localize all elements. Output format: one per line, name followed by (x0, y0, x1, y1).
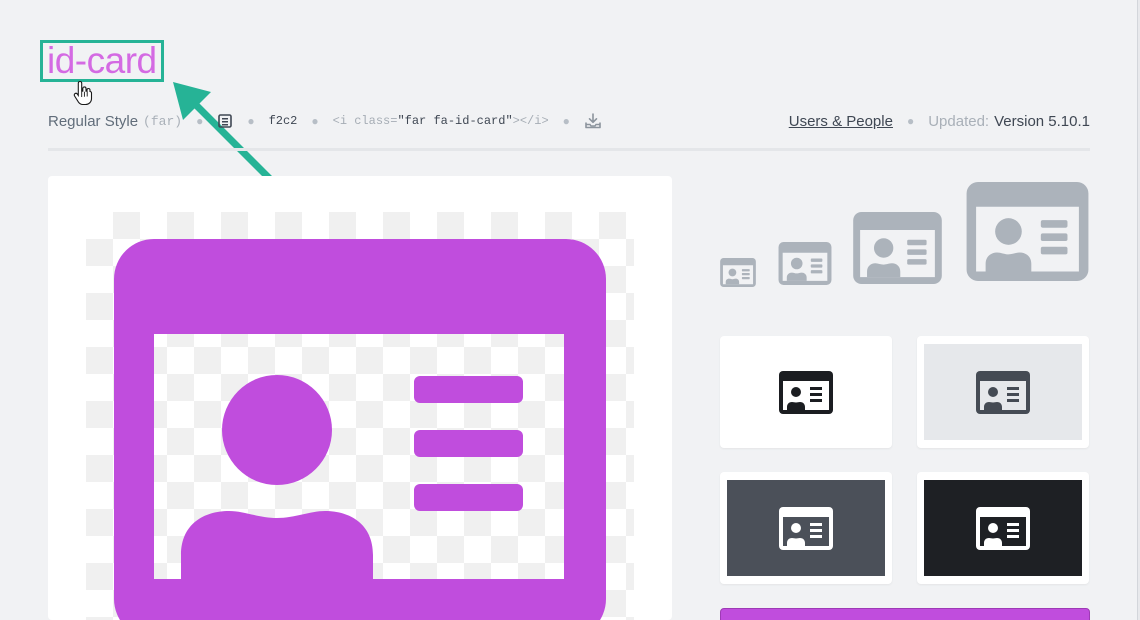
size-previews (720, 182, 1092, 288)
preview-tile-white[interactable] (720, 336, 892, 448)
category-link[interactable]: Users & People (789, 113, 893, 130)
copy-glyph-icon[interactable] (217, 113, 233, 129)
id-card-large-icon (114, 239, 606, 620)
style-label: Regular Style (48, 112, 139, 130)
title-highlight-box: id-card (40, 40, 164, 82)
separator-dot: ● (906, 114, 915, 128)
snippet-open: <i class= (332, 114, 398, 128)
separator-dot: ● (196, 114, 204, 128)
snippet-close: ></i> (512, 114, 549, 128)
divider (48, 148, 1090, 151)
snippet-class: "far fa-id-card" (397, 114, 513, 128)
html-snippet[interactable]: <i class="far fa-id-card"></i> (333, 114, 549, 128)
preview-tile-black[interactable] (917, 472, 1089, 584)
preview-tile-light-gray[interactable] (917, 336, 1089, 448)
hand-cursor-icon (73, 80, 93, 106)
page-title: id-card (47, 40, 157, 81)
id-card-xlarge-icon (966, 182, 1089, 281)
separator-dot: ● (311, 114, 319, 128)
id-card-small-icon (720, 258, 756, 287)
style-prefix: (far) (143, 113, 183, 129)
updated-label: Updated: (928, 112, 990, 130)
preview-tile-dark-gray[interactable] (720, 472, 892, 584)
icon-preview-panel (48, 176, 672, 620)
id-card-icon (779, 370, 833, 414)
id-card-icon (976, 506, 1030, 550)
id-card-medium-icon (778, 242, 832, 285)
updated-version: Version 5.10.1 (994, 112, 1090, 130)
download-button[interactable] (720, 608, 1090, 620)
separator-dot: ● (562, 114, 570, 128)
unicode-value[interactable]: f2c2 (269, 114, 298, 128)
id-card-icon (779, 506, 833, 550)
id-card-icon (976, 370, 1030, 414)
separator-dot: ● (247, 114, 255, 128)
download-icon[interactable] (584, 112, 602, 130)
id-card-large-size-icon (853, 212, 942, 284)
icon-meta-row: Regular Style (far) ● ● f2c2 ● <i class=… (48, 108, 1090, 134)
